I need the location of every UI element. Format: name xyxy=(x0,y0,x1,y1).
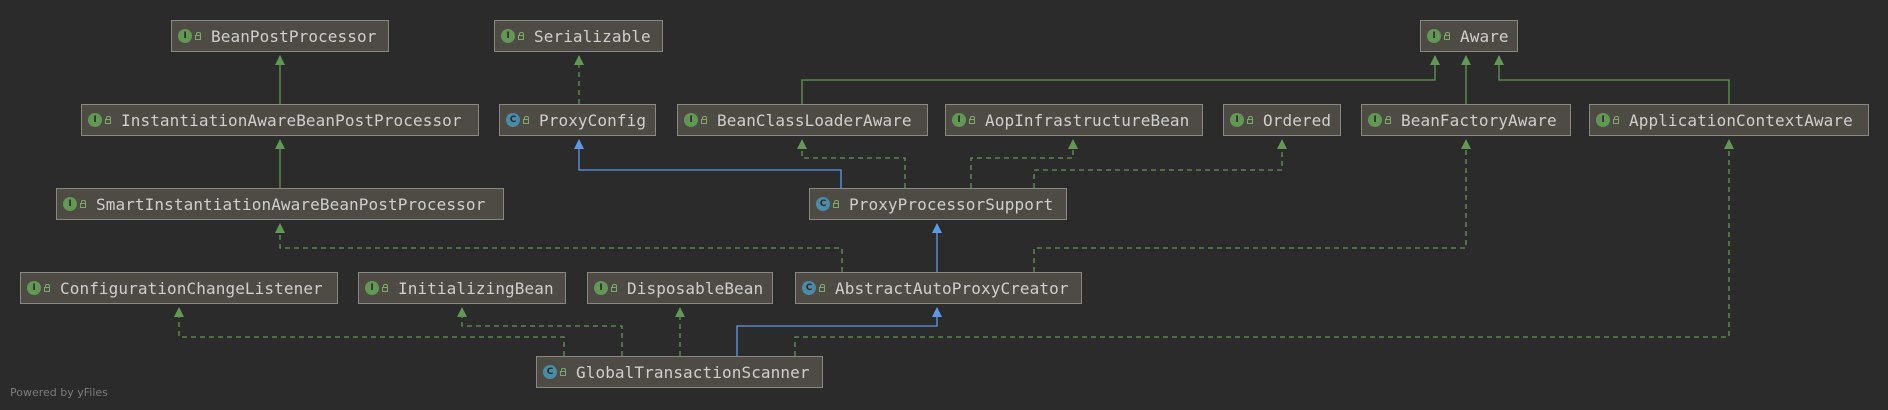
edge-pps-to-aib xyxy=(970,139,1078,188)
node-instantiation-aware-bpp[interactable]: I InstantiationAwareBeanPostProcessor xyxy=(81,104,479,136)
node-application-context-aware[interactable]: I ApplicationContextAware xyxy=(1589,104,1869,136)
interface-icon: I xyxy=(88,113,102,127)
class-icon: C xyxy=(506,113,520,127)
node-label: ConfigurationChangeListener xyxy=(60,278,323,298)
lock-icon xyxy=(518,32,524,40)
node-label: SmartInstantiationAwareBeanPostProcessor xyxy=(96,194,486,214)
edge-gts-to-ib xyxy=(457,307,623,356)
lock-icon xyxy=(105,116,111,124)
lock-icon xyxy=(195,32,201,40)
lock-icon xyxy=(833,200,839,208)
node-label: AbstractAutoProxyCreator xyxy=(835,278,1069,298)
lock-icon xyxy=(1385,116,1391,124)
interface-icon: I xyxy=(1230,113,1244,127)
interface-icon: I xyxy=(365,281,379,295)
lock-icon xyxy=(1613,116,1619,124)
node-label: Serializable xyxy=(534,26,651,46)
node-label: BeanFactoryAware xyxy=(1401,110,1557,130)
lock-icon xyxy=(80,200,86,208)
edge-pps-to-proxyconfig xyxy=(574,139,842,188)
node-label: GlobalTransactionScanner xyxy=(576,362,810,382)
class-icon: C xyxy=(816,197,830,211)
node-label: BeanClassLoaderAware xyxy=(717,110,912,130)
node-smart-instantiation-aware-bpp[interactable]: I SmartInstantiationAwareBeanPostProcess… xyxy=(56,188,504,220)
node-label: InstantiationAwareBeanPostProcessor xyxy=(121,110,462,130)
interface-icon: I xyxy=(684,113,698,127)
edge-aapc-to-siabpp xyxy=(275,223,843,272)
lock-icon xyxy=(1247,116,1253,124)
node-ordered[interactable]: I Ordered xyxy=(1223,104,1341,136)
interface-icon: I xyxy=(501,29,515,43)
node-configuration-change-listener[interactable]: I ConfigurationChangeListener xyxy=(20,272,338,304)
lock-icon xyxy=(523,116,529,124)
interface-icon: I xyxy=(178,29,192,43)
node-aware[interactable]: I Aware xyxy=(1420,20,1518,52)
lock-icon xyxy=(969,116,975,124)
interface-icon: I xyxy=(1427,29,1441,43)
edge-pps-to-ordered xyxy=(1033,139,1287,188)
edge-aapc-to-bfa xyxy=(1033,139,1471,272)
node-label: ProxyProcessorSupport xyxy=(849,194,1054,214)
interface-icon: I xyxy=(1368,113,1382,127)
node-serializable[interactable]: I Serializable xyxy=(494,20,663,52)
node-initializing-bean[interactable]: I InitializingBean xyxy=(358,272,566,304)
node-proxy-processor-support[interactable]: C ProxyProcessorSupport xyxy=(809,188,1067,220)
node-disposable-bean[interactable]: I DisposableBean xyxy=(587,272,773,304)
node-abstract-auto-proxy-creator[interactable]: C AbstractAutoProxyCreator xyxy=(795,272,1082,304)
node-label: ApplicationContextAware xyxy=(1629,110,1853,130)
node-label: Ordered xyxy=(1263,110,1332,130)
lock-icon xyxy=(382,284,388,292)
interface-icon: I xyxy=(63,197,77,211)
interface-icon: I xyxy=(952,113,966,127)
interface-icon: I xyxy=(27,281,41,295)
lock-icon xyxy=(560,368,566,376)
node-label: Aware xyxy=(1460,26,1509,46)
node-label: ProxyConfig xyxy=(539,110,647,130)
node-label: InitializingBean xyxy=(398,278,554,298)
lock-icon xyxy=(611,284,617,292)
node-bean-post-processor[interactable]: I BeanPostProcessor xyxy=(171,20,389,52)
node-bean-class-loader-aware[interactable]: I BeanClassLoaderAware xyxy=(677,104,928,136)
interface-icon: I xyxy=(1596,113,1610,127)
powered-by-footer: Powered by yFiles xyxy=(10,386,108,399)
class-icon: C xyxy=(543,365,557,379)
node-label: BeanPostProcessor xyxy=(211,26,377,46)
edge-gts-to-aapc xyxy=(736,307,942,356)
abstract-class-icon: C xyxy=(802,281,816,295)
node-proxy-config[interactable]: C ProxyConfig xyxy=(499,104,656,136)
lock-icon xyxy=(819,284,825,292)
edge-aca-to-aware xyxy=(1494,55,1730,104)
edge-bcla-to-aware xyxy=(801,55,1440,104)
interface-icon: I xyxy=(594,281,608,295)
node-global-transaction-scanner[interactable]: C GlobalTransactionScanner xyxy=(536,356,823,388)
lock-icon xyxy=(44,284,50,292)
node-label: DisposableBean xyxy=(627,278,764,298)
lock-icon xyxy=(1444,32,1450,40)
lock-icon xyxy=(701,116,707,124)
diagram-canvas: I BeanPostProcessor I Serializable I Awa… xyxy=(0,0,1888,410)
edge-pps-to-bcla xyxy=(797,139,906,188)
node-label: AopInfrastructureBean xyxy=(985,110,1190,130)
node-bean-factory-aware[interactable]: I BeanFactoryAware xyxy=(1361,104,1571,136)
edge-gts-to-ccl xyxy=(174,307,565,356)
node-aop-infrastructure-bean[interactable]: I AopInfrastructureBean xyxy=(945,104,1203,136)
